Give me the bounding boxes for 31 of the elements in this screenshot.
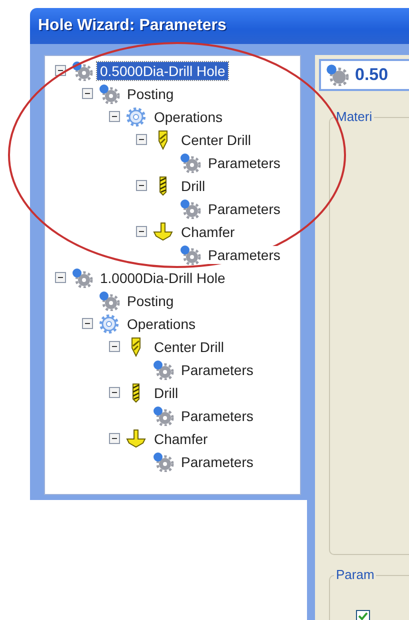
collapse-toggle[interactable] [136, 134, 146, 145]
gear-icon [98, 84, 120, 104]
collapse-toggle[interactable] [108, 111, 120, 122]
group-label: Param [334, 567, 376, 582]
collapse-toggle[interactable] [108, 433, 120, 444]
collapse-toggle[interactable] [108, 387, 120, 398]
collapse-toggle[interactable] [136, 226, 146, 237]
collapse-toggle[interactable] [54, 272, 66, 283]
gear-icon [152, 360, 174, 380]
chamfer-icon [125, 428, 147, 448]
collapse-toggle[interactable] [136, 180, 146, 191]
gear-icon [98, 290, 120, 310]
gear-icon [179, 198, 201, 218]
gear-icon [71, 268, 93, 288]
gear-icon [152, 406, 174, 426]
gear-icon [71, 60, 93, 80]
gear-icon [179, 152, 201, 172]
collapse-toggle[interactable] [82, 318, 92, 329]
gear-icon [98, 314, 120, 334]
gear-icon [125, 106, 147, 126]
checkbox[interactable] [356, 610, 370, 620]
header-title: 0.50 [355, 65, 388, 85]
collapse-toggle[interactable] [108, 341, 120, 352]
tree-item[interactable]: 0.5000Dia-Drill Hole [97, 62, 228, 80]
collapse-toggle[interactable] [82, 88, 92, 99]
gear-icon [152, 452, 174, 472]
gear-icon [325, 64, 349, 86]
gear-icon [179, 244, 201, 264]
window-title: Hole Wizard: Parameters [38, 17, 226, 35]
group-label: Materi [334, 109, 374, 124]
chamfer-icon [152, 222, 174, 242]
